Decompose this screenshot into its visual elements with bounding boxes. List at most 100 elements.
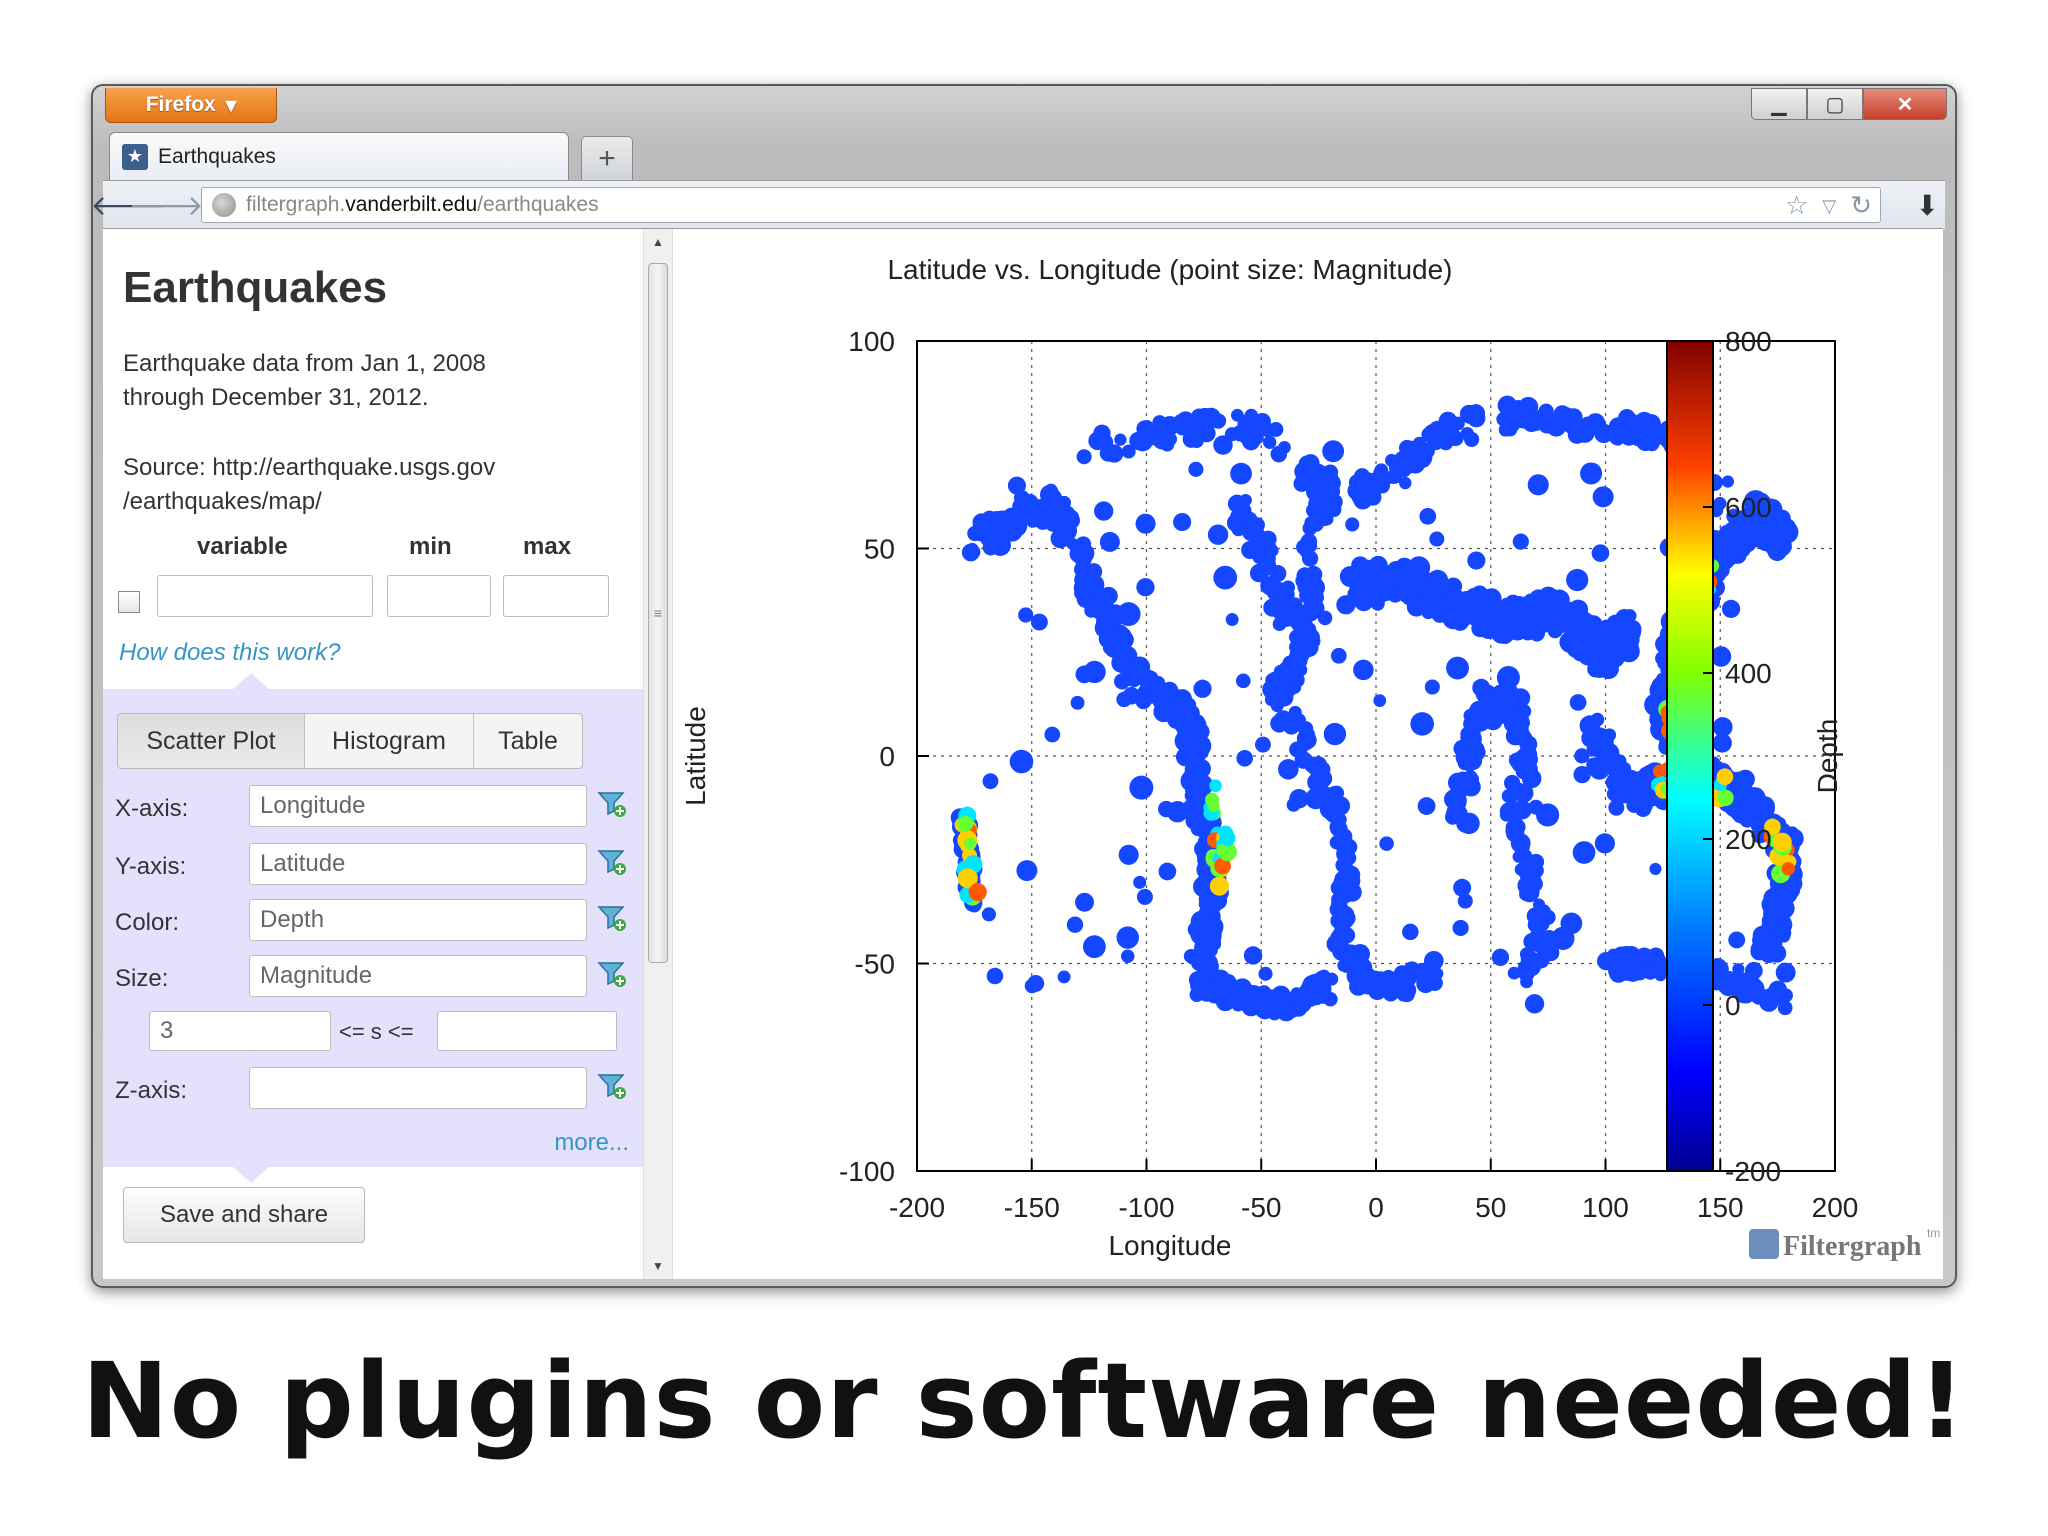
data-point <box>1716 768 1734 786</box>
source-line: /earthquakes/map/ <box>123 488 322 515</box>
size-input[interactable] <box>249 955 587 997</box>
z-axis-input[interactable] <box>249 1067 587 1109</box>
data-point <box>1376 569 1397 590</box>
data-point <box>1200 821 1213 834</box>
x-axis-input[interactable] <box>249 785 587 827</box>
add-filter-icon[interactable] <box>597 1071 627 1101</box>
data-point <box>1341 947 1355 962</box>
save-and-share-button[interactable]: Save and share <box>123 1187 365 1243</box>
sidebar-scrollbar[interactable]: ▲ ≡ ▼ <box>643 229 673 1279</box>
data-point <box>1555 612 1572 630</box>
close-button[interactable]: ✕ <box>1863 88 1947 120</box>
bookmark-star-icon[interactable]: ☆ <box>1785 190 1808 222</box>
data-point <box>1454 611 1472 628</box>
data-point <box>1581 728 1601 748</box>
data-point <box>1213 565 1238 590</box>
y-tick-label: 50 <box>864 534 895 565</box>
tab-earthquakes[interactable]: ★ Earthquakes <box>109 132 569 180</box>
data-point <box>1619 779 1632 792</box>
forward-arrow-icon[interactable]: 🡒 <box>128 186 203 224</box>
data-point <box>1772 832 1792 852</box>
reload-icon[interactable]: ↻ <box>1850 190 1872 222</box>
new-tab-button[interactable]: + <box>581 136 633 181</box>
tab-histogram[interactable]: Histogram <box>305 714 474 768</box>
scatter-chart[interactable]: Latitude vs. Longitude (point size: Magn… <box>677 229 1943 1279</box>
data-point <box>1521 768 1542 789</box>
data-point <box>957 815 974 832</box>
data-point <box>1564 627 1580 643</box>
data-point <box>1778 527 1793 542</box>
url-bar[interactable]: filtergraph. vanderbilt.edu /earthquakes… <box>201 187 1881 223</box>
data-point <box>1744 978 1765 999</box>
data-point <box>1340 865 1361 885</box>
data-point <box>1317 969 1331 983</box>
data-point <box>1460 730 1474 745</box>
filter-min-input[interactable] <box>387 575 491 617</box>
add-filter-icon[interactable] <box>597 959 627 989</box>
colorbar-tick-label: 200 <box>1725 824 1772 855</box>
data-point <box>1606 621 1622 638</box>
minimize-button[interactable]: ▁ <box>1751 88 1807 120</box>
how-does-this-work-link[interactable]: How does this work? <box>119 639 340 667</box>
data-point <box>1712 717 1733 737</box>
data-point <box>1144 673 1158 687</box>
data-point <box>1781 862 1795 876</box>
data-point <box>1249 564 1268 583</box>
color-label: Color: <box>115 909 180 936</box>
data-point <box>1116 926 1139 949</box>
data-point <box>1289 789 1309 809</box>
data-point <box>1262 435 1277 449</box>
x-tick-label: -100 <box>1118 1192 1174 1223</box>
data-point <box>1329 785 1345 801</box>
size-label: Size: <box>115 965 169 992</box>
size-range-relation: <= s <= <box>339 1019 414 1044</box>
color-input[interactable] <box>249 899 587 941</box>
data-point <box>1236 749 1254 767</box>
size-min-input[interactable] <box>149 1011 331 1051</box>
data-point <box>1451 416 1465 431</box>
data-point <box>1572 841 1596 864</box>
data-point <box>1242 426 1256 440</box>
filter-variable-input[interactable] <box>157 575 373 617</box>
add-filter-icon[interactable] <box>597 903 627 933</box>
scroll-thumb[interactable]: ≡ <box>648 263 668 963</box>
data-point <box>1730 805 1746 821</box>
data-point <box>1597 655 1613 671</box>
filtergraph-trademark: tm <box>1927 1226 1940 1240</box>
data-point <box>1421 605 1435 620</box>
y-axis-input[interactable] <box>249 843 587 885</box>
data-point <box>1266 544 1279 557</box>
filter-max-input[interactable] <box>503 575 609 617</box>
scroll-down-arrow-icon[interactable]: ▼ <box>644 1253 672 1279</box>
data-point <box>1183 948 1199 964</box>
data-point <box>1076 449 1092 465</box>
chart-title: Latitude vs. Longitude (point size: Magn… <box>887 254 1452 285</box>
data-point <box>1594 833 1615 854</box>
data-point <box>1157 693 1173 708</box>
colorbar-tick-label: 600 <box>1725 492 1772 523</box>
dropdown-arrow-icon[interactable]: ▽ <box>1822 190 1836 222</box>
data-point <box>1243 511 1257 526</box>
y-axis-label: Latitude <box>680 706 711 806</box>
scroll-up-arrow-icon[interactable]: ▲ <box>644 229 672 255</box>
add-filter-icon[interactable] <box>597 789 627 819</box>
size-max-input[interactable] <box>437 1011 617 1051</box>
maximize-button[interactable]: ▢ <box>1807 88 1863 120</box>
data-point <box>1728 931 1746 949</box>
data-point <box>1323 991 1338 1007</box>
filter-checkbox[interactable] <box>118 591 140 613</box>
add-filter-icon[interactable] <box>597 847 627 877</box>
data-point <box>1289 645 1310 666</box>
download-icon[interactable]: ⬇ <box>1916 189 1939 222</box>
more-options-link[interactable]: more... <box>554 1129 629 1157</box>
firefox-menu-button[interactable]: Firefox ▾ <box>105 88 277 123</box>
data-point <box>1118 844 1139 865</box>
data-point <box>1009 749 1034 774</box>
data-point <box>1080 569 1097 586</box>
data-point <box>1330 820 1348 838</box>
data-point <box>1330 647 1347 664</box>
data-point <box>1505 788 1520 803</box>
tab-table[interactable]: Table <box>474 714 582 768</box>
data-point <box>1303 601 1322 620</box>
tab-scatter-plot[interactable]: Scatter Plot <box>118 714 305 768</box>
